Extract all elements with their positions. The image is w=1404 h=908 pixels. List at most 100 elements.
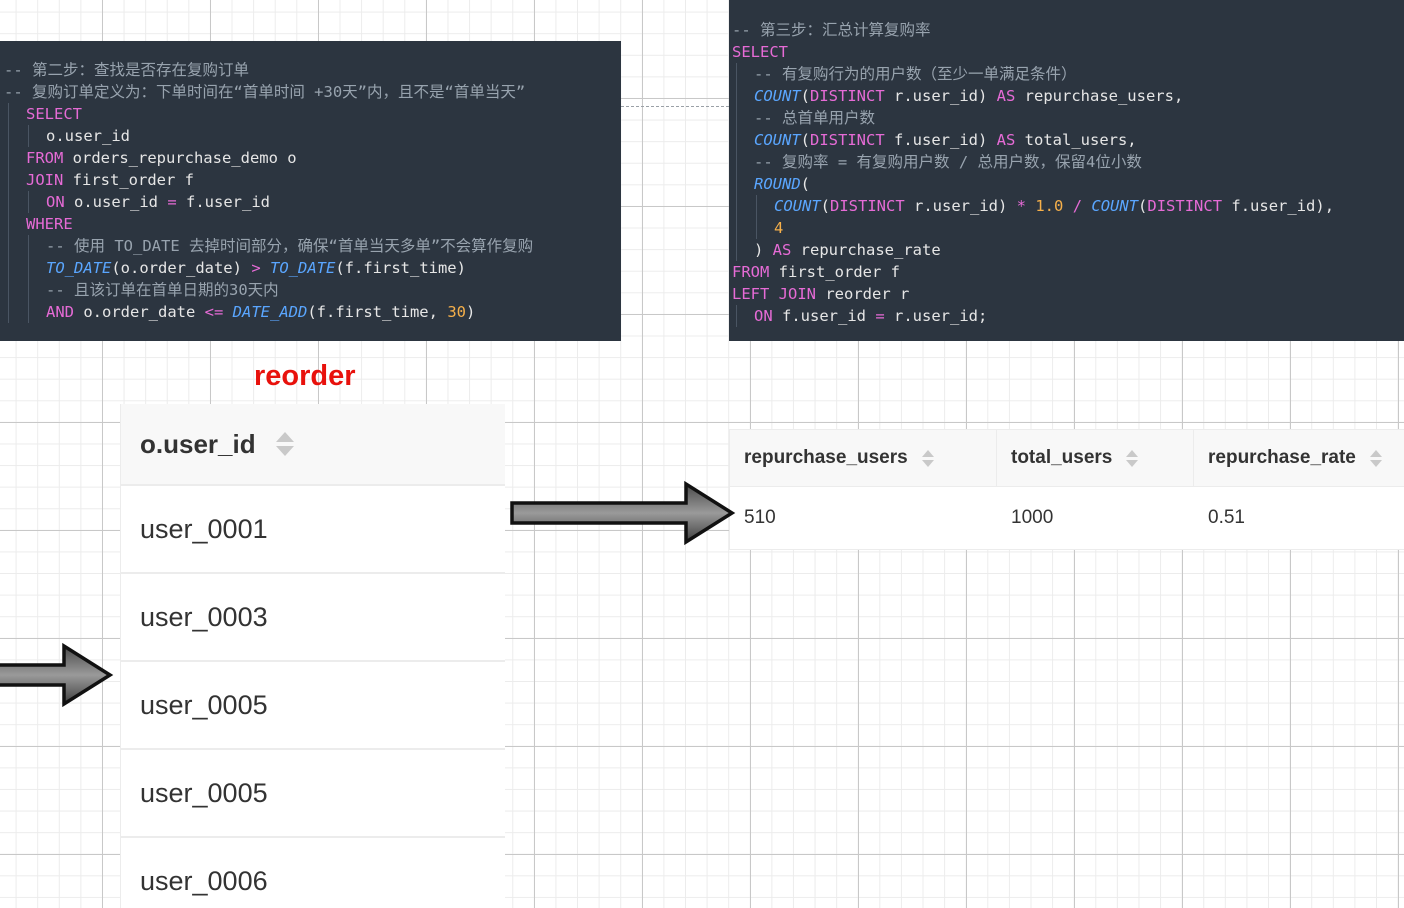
table-cell: user_0005 xyxy=(140,777,268,808)
code-panel-step3: -- 第三步：汇总计算复购率 SELECT -- 有复购行为的用户数（至少一单满… xyxy=(729,0,1404,341)
sort-icon[interactable] xyxy=(1369,449,1382,467)
code-text: ( xyxy=(800,87,811,105)
column-header-label: repurchase_users xyxy=(744,447,908,468)
code-text: repurchase_users, xyxy=(1015,87,1184,105)
code-text: o.user_id xyxy=(64,193,168,211)
code-comment: -- 第三步：汇总计算复购率 xyxy=(732,21,931,39)
code-text: f.user_id) xyxy=(884,131,997,149)
table-header: repurchase_users total_users repurchase_… xyxy=(730,430,1404,487)
code-text: f.user_id xyxy=(176,193,270,211)
table-row: user_0001 xyxy=(121,486,505,574)
code-comment: -- 且该订单在首单日期的30天内 xyxy=(46,281,279,299)
code-text: o.user_id xyxy=(46,127,130,145)
code-text: r.user_id; xyxy=(884,307,988,325)
table-row: user_0005 xyxy=(121,662,505,750)
code-text: repurchase_rate xyxy=(791,241,941,259)
code-function: DATE_ADD xyxy=(232,303,308,321)
arrow-right-icon xyxy=(510,480,736,546)
result-table: repurchase_users total_users repurchase_… xyxy=(729,429,1404,550)
column-header-user-id[interactable]: o.user_id xyxy=(140,429,256,460)
table-row: user_0006 xyxy=(121,838,505,908)
code-comment: -- 使用 TO_DATE 去掉时间部分，确保“首单当天多单”不会算作复购 xyxy=(46,237,534,255)
code-keyword: ON xyxy=(754,307,773,325)
code-operator: > xyxy=(251,259,261,277)
code-keyword: AS xyxy=(996,87,1016,105)
code-keyword: FROM xyxy=(26,149,64,167)
code-operator: * xyxy=(1016,197,1026,215)
code-text: f.user_id), xyxy=(1222,197,1335,215)
code-text: ) xyxy=(465,303,476,321)
column-header-repurchase-users[interactable]: repurchase_users xyxy=(730,430,997,486)
code-number: 30 xyxy=(447,303,466,321)
code-text: o.order_date xyxy=(74,303,205,321)
code-keyword: SELECT xyxy=(26,105,82,123)
code-text: ) xyxy=(754,241,773,259)
table-row: 510 1000 0.51 xyxy=(730,487,1404,549)
code-text: f.user_id xyxy=(772,307,876,325)
code-operator: = xyxy=(167,193,177,211)
table-cell: 510 xyxy=(744,507,776,528)
code-operator: = xyxy=(875,307,885,325)
code-comment: -- 总首单用户数 xyxy=(754,109,875,127)
code-function: TO_DATE xyxy=(270,259,336,277)
code-text: ( xyxy=(1138,197,1148,215)
code-text: orders_repurchase_demo o xyxy=(63,149,297,167)
column-header-label: total_users xyxy=(1011,447,1113,468)
table-cell: user_0006 xyxy=(140,865,268,896)
code-function: TO_DATE xyxy=(46,259,112,277)
code-keyword: DISTINCT xyxy=(1147,197,1223,215)
column-header-label: repurchase_rate xyxy=(1208,447,1356,468)
code-function: COUNT xyxy=(754,87,801,105)
sort-icon[interactable] xyxy=(1126,449,1139,467)
code-text: ( xyxy=(800,175,811,193)
reorder-title: reorder xyxy=(254,360,356,392)
column-header-total-users[interactable]: total_users xyxy=(997,430,1194,486)
table-row: user_0005 xyxy=(121,750,505,838)
sort-icon[interactable] xyxy=(275,432,294,456)
arrow-right-icon xyxy=(0,642,114,708)
code-panel-step2: -- 第二步：查找是否存在复购订单 -- 复购订单定义为：下单时间在“首单时间 … xyxy=(0,41,621,341)
table-cell: user_0005 xyxy=(140,689,268,720)
table-header: o.user_id xyxy=(121,404,505,486)
code-text: (o.order_date) xyxy=(111,259,252,277)
code-keyword: WHERE xyxy=(26,215,73,233)
code-keyword: ON xyxy=(46,193,65,211)
code-keyword: LEFT JOIN xyxy=(732,285,816,303)
code-text: r.user_id) xyxy=(884,87,997,105)
code-keyword: JOIN xyxy=(26,171,64,189)
code-keyword: SELECT xyxy=(732,43,788,61)
code-keyword: DISTINCT xyxy=(830,197,905,215)
table-cell: user_0001 xyxy=(140,513,268,544)
code-function: COUNT xyxy=(754,131,801,149)
code-comment: -- 有复购行为的用户数（至少一单满足条件） xyxy=(754,65,1077,83)
code-keyword: DISTINCT xyxy=(810,131,885,149)
connector-dashed-line xyxy=(621,106,729,107)
table-row: user_0003 xyxy=(121,574,505,662)
code-text: first_order f xyxy=(63,171,194,189)
code-function: ROUND xyxy=(754,175,801,193)
column-header-repurchase-rate[interactable]: repurchase_rate xyxy=(1194,430,1404,486)
code-keyword: AND xyxy=(46,303,74,321)
code-function: COUNT xyxy=(774,197,821,215)
code-keyword: FROM xyxy=(732,263,770,281)
code-comment: -- 复购订单定义为：下单时间在“首单时间 +30天”内，且不是“首单当天” xyxy=(4,83,526,101)
code-comment: -- 第二步：查找是否存在复购订单 xyxy=(4,61,249,79)
code-text: (f.first_time, xyxy=(307,303,448,321)
code-operator: <= xyxy=(204,303,224,321)
code-operator: / xyxy=(1072,197,1083,215)
reorder-table: o.user_id user_0001 user_0003 user_0005 … xyxy=(120,404,505,908)
code-number: 4 xyxy=(774,219,784,237)
table-cell: user_0003 xyxy=(140,601,268,632)
code-text: (f.first_time) xyxy=(335,259,466,277)
code-text: ( xyxy=(820,197,831,215)
sort-icon[interactable] xyxy=(921,449,934,467)
code-text: first_order f xyxy=(769,263,900,281)
code-keyword: DISTINCT xyxy=(810,87,885,105)
code-keyword: AS xyxy=(772,241,792,259)
code-number: 1.0 xyxy=(1035,197,1064,215)
